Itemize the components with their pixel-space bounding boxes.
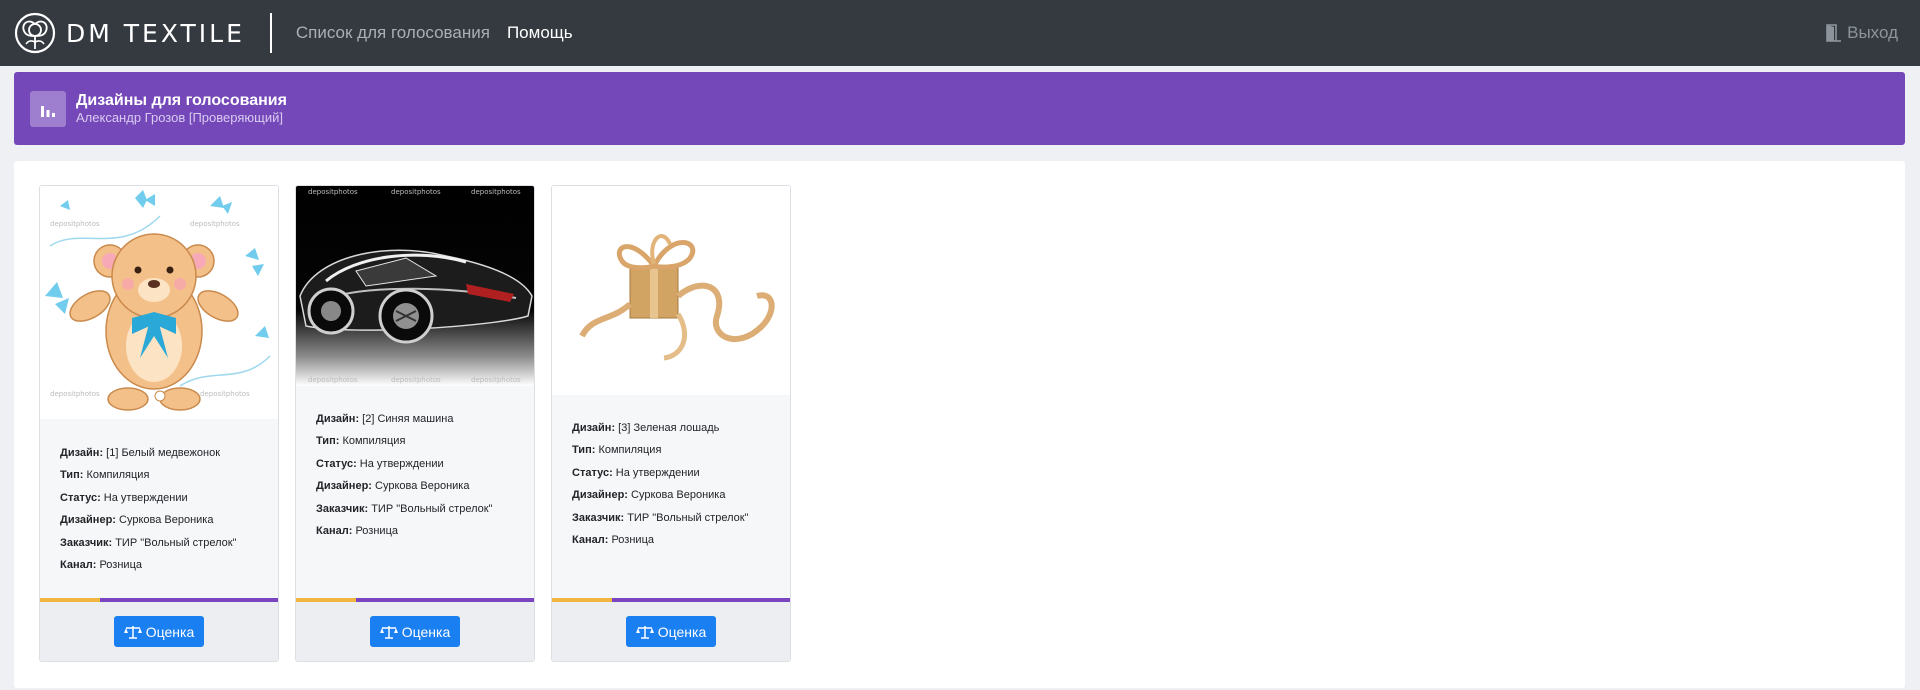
detail-design: Дизайн: [3] Зеленая лошадь xyxy=(572,422,720,434)
nav-link-help[interactable]: Помощь xyxy=(507,23,573,43)
card-footer: Оценка xyxy=(40,602,278,661)
design-image-teddy-bear[interactable]: depositphotos depositphotos depositphoto… xyxy=(40,186,278,419)
detail-status: Статус: На утверждении xyxy=(572,466,700,479)
svg-text:depositphotos: depositphotos xyxy=(471,376,521,384)
navbar: DM TEXTILE Список для голосования Помощь… xyxy=(0,0,1920,66)
detail-design: Дизайн: [2] Синяя машина xyxy=(316,413,454,425)
rate-button-label: Оценка xyxy=(401,623,451,640)
design-details: Дизайн: [1] Белый медвежонок Тип: Компил… xyxy=(60,442,236,576)
design-card: Дизайн: [3] Зеленая лошадь Тип: Компиляц… xyxy=(551,185,791,662)
scales-icon xyxy=(635,625,654,639)
detail-designer: Дизайнер: Суркова Вероника xyxy=(316,480,470,493)
detail-status: Статус: На утверждении xyxy=(60,491,188,504)
svg-text:depositphotos: depositphotos xyxy=(391,376,441,384)
design-details: Дизайн: [3] Зеленая лошадь Тип: Компиляц… xyxy=(572,417,748,551)
detail-customer: Заказчик: ТИР "Вольный стрелок" xyxy=(316,502,493,515)
svg-text:depositphotos: depositphotos xyxy=(471,188,521,196)
svg-text:depositphotos: depositphotos xyxy=(391,188,441,196)
svg-text:depositphotos: depositphotos xyxy=(308,376,358,384)
detail-type: Тип: Компиляция xyxy=(60,469,150,482)
rate-button[interactable]: Оценка xyxy=(625,616,717,647)
detail-designer: Дизайнер: Суркова Вероника xyxy=(60,514,214,527)
nav-divider xyxy=(269,13,272,53)
designs-panel: depositphotos depositphotos depositphoto… xyxy=(14,161,1905,688)
brand-name: DM TEXTILE xyxy=(66,18,245,48)
detail-customer: Заказчик: ТИР "Вольный стрелок" xyxy=(60,536,237,549)
logout-link[interactable]: Выход xyxy=(1825,0,1898,66)
brand[interactable]: DM TEXTILE xyxy=(14,12,245,54)
page-header: Дизайны для голосования Александр Грозов… xyxy=(14,72,1905,145)
scales-icon xyxy=(123,625,142,639)
detail-customer: Заказчик: ТИР "Вольный стрелок" xyxy=(572,511,749,524)
rate-button-label: Оценка xyxy=(145,623,195,640)
design-image-gift-box[interactable] xyxy=(552,186,790,395)
detail-channel: Канал: Розница xyxy=(60,558,142,571)
scales-icon xyxy=(379,625,398,639)
door-exit-icon xyxy=(1826,24,1842,42)
detail-designer: Дизайнер: Суркова Вероника xyxy=(572,489,726,502)
design-card: depositphotos depositphotos depositphoto… xyxy=(39,185,279,662)
rate-button[interactable]: Оценка xyxy=(113,616,205,647)
design-card: depositphotos depositphotos depositphoto… xyxy=(295,185,535,662)
card-footer: Оценка xyxy=(296,602,534,661)
detail-status: Статус: На утверждении xyxy=(316,457,444,470)
card-footer: Оценка xyxy=(552,602,790,661)
nav-link-voting-list[interactable]: Список для голосования xyxy=(296,23,490,43)
cotton-flower-icon xyxy=(14,12,56,54)
design-image-sports-car[interactable]: depositphotos depositphotos depositphoto… xyxy=(296,186,534,386)
detail-type: Тип: Компиляция xyxy=(316,435,406,448)
svg-text:depositphotos: depositphotos xyxy=(308,188,358,196)
page-subtitle: Александр Грозов [Проверяющий] xyxy=(76,110,283,125)
design-details: Дизайн: [2] Синяя машина Тип: Компиляция… xyxy=(316,408,492,542)
rate-button[interactable]: Оценка xyxy=(369,616,461,647)
svg-text:depositphotos: depositphotos xyxy=(50,220,100,228)
detail-channel: Канал: Розница xyxy=(572,533,654,546)
svg-text:depositphotos: depositphotos xyxy=(190,220,240,228)
bar-chart-icon xyxy=(30,90,66,127)
detail-channel: Канал: Розница xyxy=(316,524,398,537)
detail-design: Дизайн: [1] Белый медвежонок xyxy=(60,447,221,459)
page-title: Дизайны для голосования xyxy=(76,92,287,109)
svg-text:depositphotos: depositphotos xyxy=(50,390,100,398)
logout-label: Выход xyxy=(1847,23,1898,42)
rate-button-label: Оценка xyxy=(657,623,707,640)
svg-text:depositphotos: depositphotos xyxy=(200,390,250,398)
detail-type: Тип: Компиляция xyxy=(572,444,662,457)
